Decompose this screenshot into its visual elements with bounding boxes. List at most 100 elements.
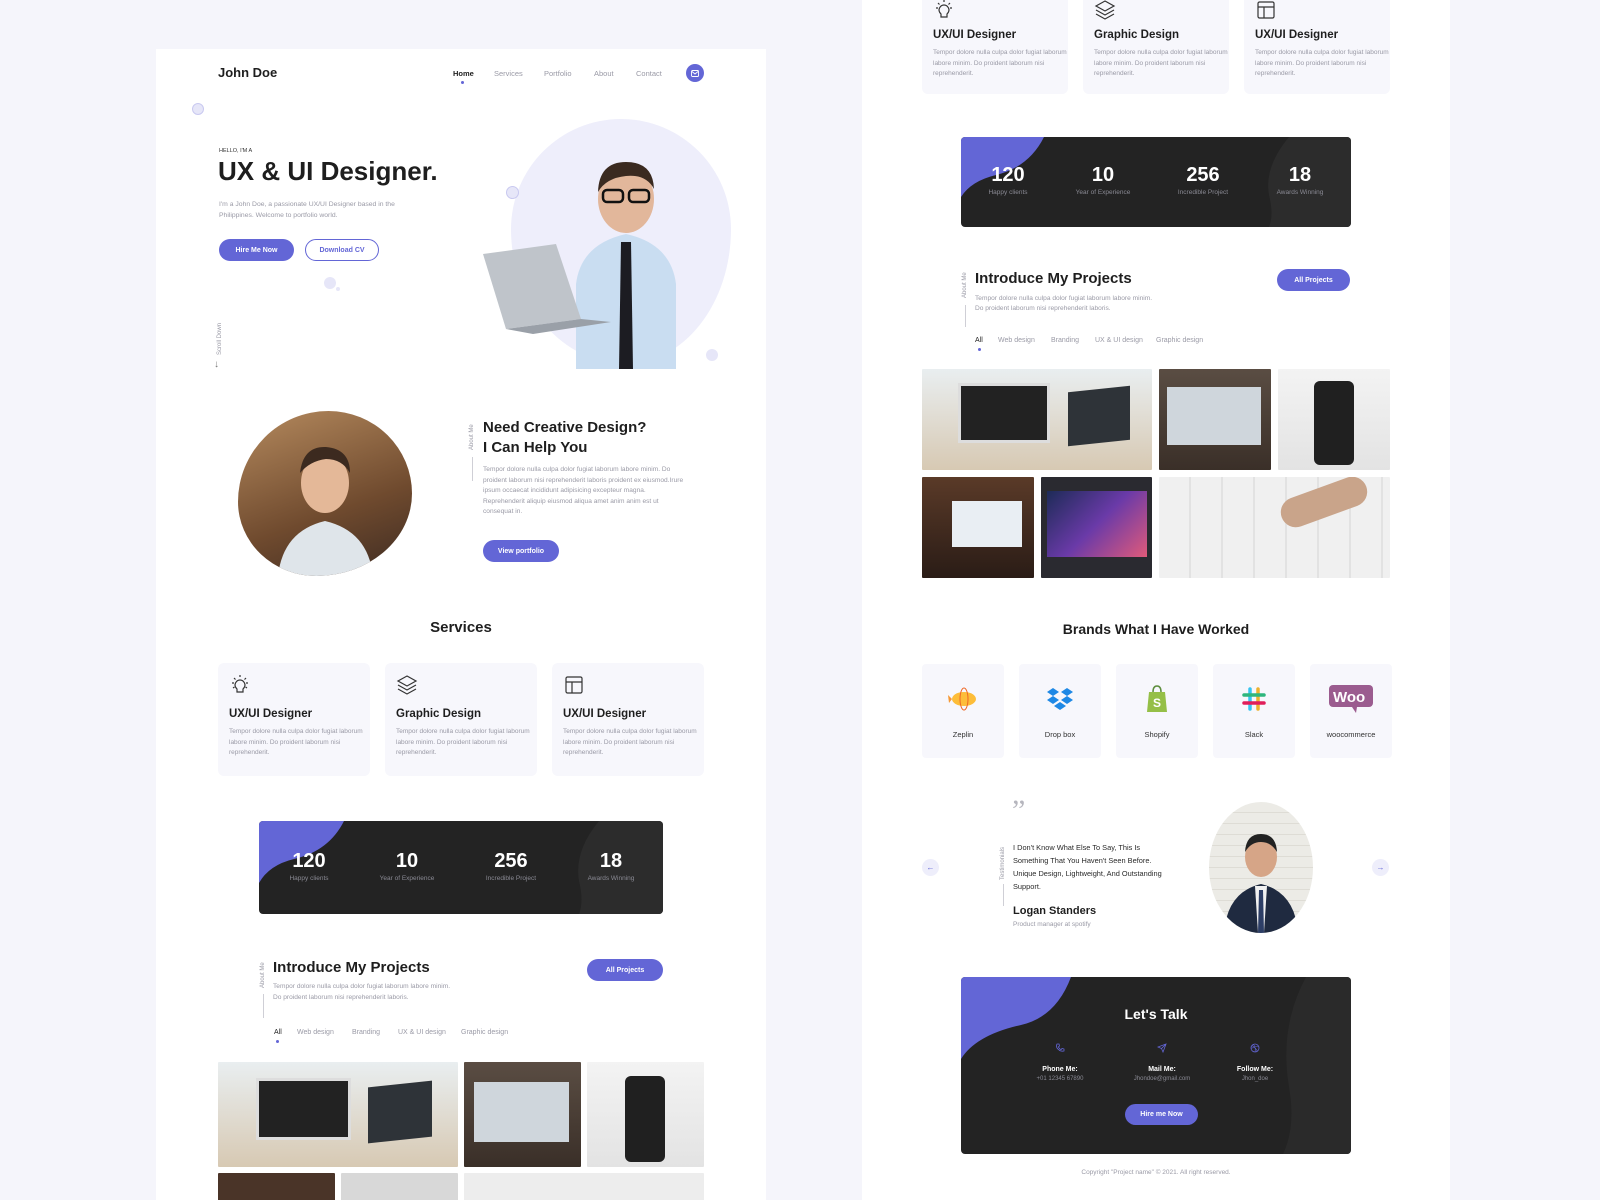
phone-icon — [1056, 1043, 1065, 1052]
divider-line — [472, 457, 473, 481]
about-portrait-blob — [238, 411, 412, 576]
all-projects-button[interactable]: All Projects — [587, 959, 663, 981]
logo[interactable]: John Doe — [218, 65, 277, 80]
testimonial-avatar — [1209, 802, 1313, 933]
service-card[interactable]: Graphic Design Tempor dolore nulla culpa… — [1083, 0, 1229, 94]
nav-portfolio[interactable]: Portfolio — [544, 69, 572, 78]
next-testimonial-button[interactable]: → — [1372, 859, 1389, 876]
nav-services[interactable]: Services — [494, 69, 523, 78]
contact-value[interactable]: Jhon_doe — [1205, 1076, 1305, 1082]
testimonial-role: Product manager at spotify — [1013, 921, 1091, 928]
active-nav-dot — [461, 81, 464, 84]
service-title: UX/UI Designer — [563, 708, 647, 720]
dropbox-logo-icon — [1047, 688, 1073, 710]
arrow-down-icon[interactable]: ↓ — [214, 359, 219, 370]
project-thumb[interactable] — [922, 369, 1152, 470]
service-description: Tempor dolore nulla culpa dolor fugiat l… — [1255, 49, 1389, 77]
brand-card-woocommerce: Woo woocommerce — [1310, 664, 1392, 758]
active-filter-dot — [978, 348, 981, 351]
brand-name: woocommerce — [1326, 730, 1376, 739]
right-page-preview: UX/UI Designer Tempor dolore nulla culpa… — [862, 0, 1450, 1200]
testimonial-name: Logan Standers — [1013, 905, 1097, 917]
contact-mail: Mail Me: Jhondoe@gmail.com — [1112, 1040, 1212, 1082]
left-page-preview: John Doe Home Services Portfolio About C… — [156, 49, 766, 1200]
view-portfolio-button[interactable]: View portfolio — [483, 540, 559, 562]
project-thumb[interactable] — [218, 1062, 458, 1167]
shopify-logo-icon: S — [1147, 685, 1167, 712]
contact-value[interactable]: +01 12345 67890 — [1010, 1076, 1110, 1082]
service-description: Tempor dolore nulla culpa dolor fugiat l… — [396, 728, 530, 756]
brand-card-dropbox: Drop box — [1019, 664, 1101, 758]
testimonial-quote: I Don't Know What Else To Say, This Is S… — [1013, 843, 1162, 891]
service-description: Tempor dolore nulla culpa dolor fugiat l… — [563, 728, 697, 756]
prev-testimonial-button[interactable]: ← — [922, 859, 939, 876]
stat-happy-clients: 120 Happy clients — [988, 164, 1028, 196]
service-title: Graphic Design — [1094, 29, 1179, 41]
project-thumb[interactable] — [218, 1173, 335, 1200]
svg-text:Woo: Woo — [1333, 689, 1365, 706]
project-thumb[interactable] — [587, 1062, 704, 1167]
filter-web-design[interactable]: Web design — [297, 1029, 334, 1036]
stat-experience: 10 Year of Experience — [379, 850, 435, 882]
filter-web-design[interactable]: Web design — [998, 337, 1035, 344]
about-side-label: About Me — [469, 424, 475, 450]
filter-graphic-design[interactable]: Graphic design — [1156, 337, 1203, 344]
project-thumb[interactable] — [1159, 477, 1390, 578]
stat-awards: 18 Awards Winning — [1276, 164, 1324, 196]
stat-projects: 256 Incredible Project — [485, 850, 537, 882]
active-filter-dot — [276, 1040, 279, 1043]
mail-icon — [691, 69, 699, 77]
project-thumb[interactable] — [341, 1173, 458, 1200]
projects-desc-1: Tempor dolore nulla culpa dolor fugiat l… — [975, 295, 1153, 302]
project-thumb[interactable] — [922, 477, 1034, 578]
stat-experience: 10 Year of Experience — [1075, 164, 1131, 196]
service-card[interactable]: Graphic Design Tempor dolore nulla culpa… — [385, 663, 537, 776]
filter-graphic-design[interactable]: Graphic design — [461, 1029, 508, 1036]
slack-logo-icon — [1242, 687, 1266, 711]
decor-dot — [324, 277, 336, 289]
projects-desc-2: Do proident laborum nisi reprehenderit l… — [975, 305, 1111, 312]
lightbulb-icon — [936, 0, 952, 18]
filter-branding[interactable]: Branding — [352, 1029, 380, 1036]
service-card[interactable]: UX/UI Designer Tempor dolore nulla culpa… — [218, 663, 370, 776]
woocommerce-logo-icon: Woo — [1329, 685, 1373, 713]
brand-card-shopify: S Shopify — [1116, 664, 1198, 758]
testimonial-person-image — [1224, 834, 1298, 933]
project-thumb[interactable] — [464, 1062, 581, 1167]
project-thumb[interactable] — [1041, 477, 1152, 578]
service-card[interactable]: UX/UI Designer Tempor dolore nulla culpa… — [922, 0, 1068, 94]
project-thumb[interactable] — [1159, 369, 1271, 470]
contact-follow: Follow Me: Jhon_doe — [1205, 1040, 1305, 1082]
layout-icon — [1257, 1, 1275, 19]
zeplin-logo-icon — [948, 687, 976, 711]
nav-about[interactable]: About — [594, 69, 614, 78]
all-projects-button[interactable]: All Projects — [1277, 269, 1350, 291]
hero-eyebrow: HELLO, I'M A — [219, 148, 253, 154]
download-cv-button[interactable]: Download CV — [305, 239, 379, 261]
service-card[interactable]: UX/UI Designer Tempor dolore nulla culpa… — [552, 663, 704, 776]
scroll-down-label[interactable]: Scroll Down — [217, 323, 223, 355]
contact-value[interactable]: Jhondoe@gmail.com — [1112, 1076, 1212, 1082]
decor-dot — [336, 287, 340, 291]
about-title-line2: I Can Help You — [483, 439, 588, 456]
filter-ux-ui[interactable]: UX & UI design — [398, 1029, 446, 1036]
mail-button[interactable] — [686, 64, 704, 82]
svg-text:S: S — [1153, 696, 1161, 710]
service-card[interactable]: UX/UI Designer Tempor dolore nulla culpa… — [1244, 0, 1390, 94]
project-thumb[interactable] — [464, 1173, 704, 1200]
dribbble-icon — [1250, 1043, 1260, 1053]
about-description: Tempor dolore nulla culpa dolor fugiat l… — [483, 466, 684, 515]
hire-me-now-button[interactable]: Hire me Now — [1125, 1104, 1198, 1125]
service-title: Graphic Design — [396, 708, 481, 720]
filter-branding[interactable]: Branding — [1051, 337, 1079, 344]
nav-contact[interactable]: Contact — [636, 69, 662, 78]
nav-home[interactable]: Home — [453, 69, 474, 78]
filter-all[interactable]: All — [274, 1029, 282, 1036]
project-thumb[interactable] — [1278, 369, 1390, 470]
hero-description: I'm a John Doe, a passionate UX/UI Desig… — [219, 201, 395, 219]
filter-ux-ui[interactable]: UX & UI design — [1095, 337, 1143, 344]
about-title-line1: Need Creative Design? — [483, 419, 647, 436]
send-icon — [1156, 1043, 1167, 1054]
hire-me-button[interactable]: Hire Me Now — [219, 239, 294, 261]
filter-all[interactable]: All — [975, 337, 983, 344]
